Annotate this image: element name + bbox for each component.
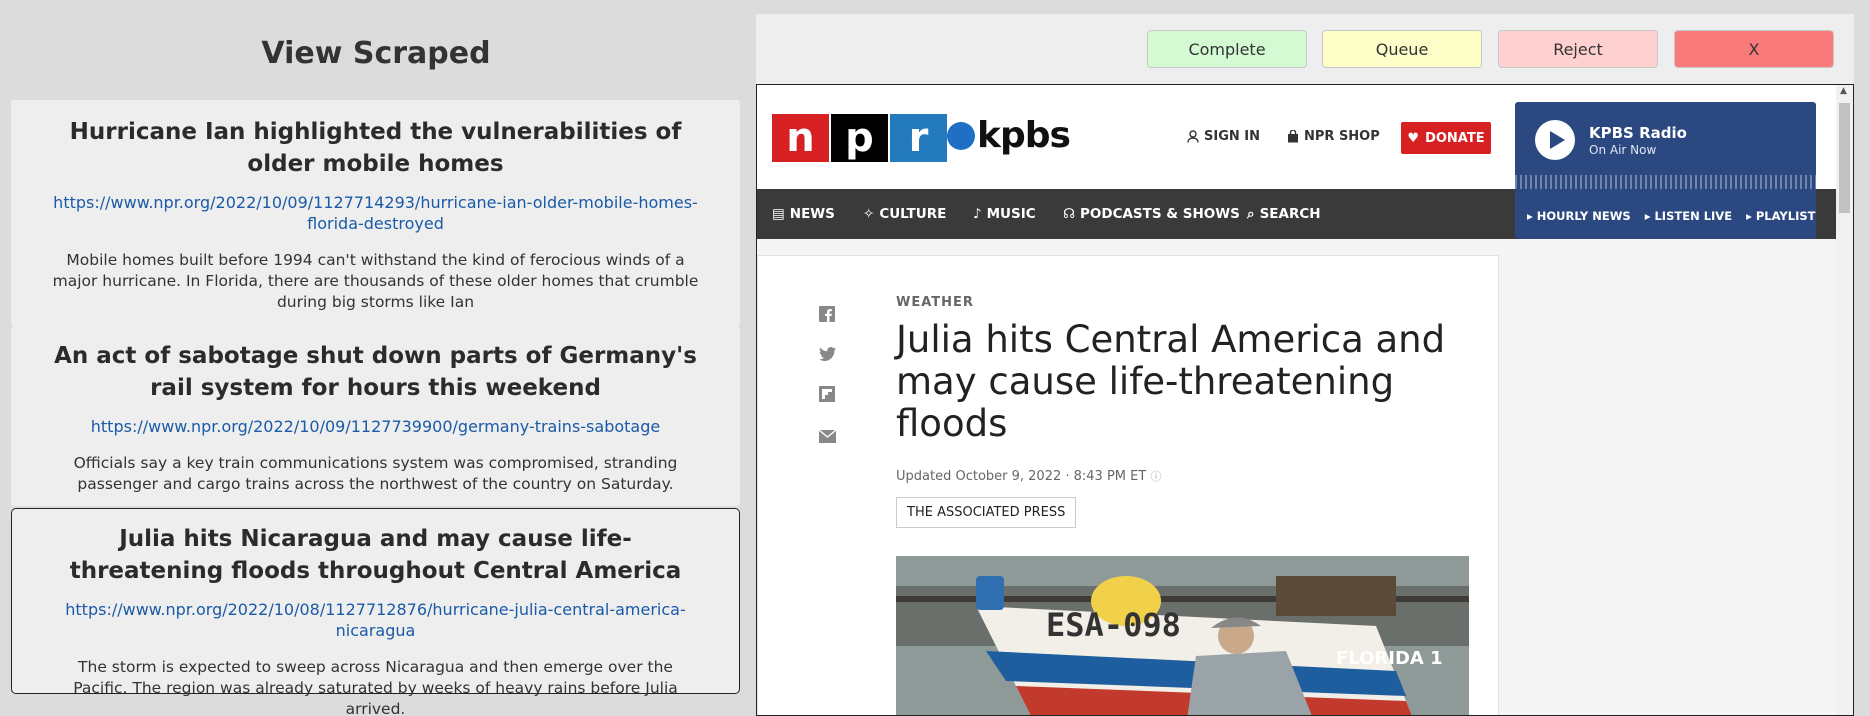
sign-in-label: SIGN IN [1204, 129, 1260, 144]
radio-link-label: LISTEN LIVE [1654, 209, 1733, 223]
shopping-bag-icon [1288, 130, 1298, 143]
radio-link-label: HOURLY NEWS [1536, 209, 1631, 223]
kpbs-logo[interactable]: kpbs [947, 115, 1071, 156]
boat-lettering: ESA-098 [1046, 606, 1181, 644]
facebook-icon[interactable] [816, 306, 838, 327]
donate-label: DONATE [1425, 130, 1485, 146]
nav-culture[interactable]: ✧ CULTURE [863, 206, 946, 222]
info-icon[interactable]: ⓘ [1150, 470, 1161, 483]
nav-label: PODCASTS & SHOWS [1080, 206, 1240, 222]
article-body: WEATHER Julia hits Central America and m… [757, 255, 1499, 715]
playlist-link[interactable]: ▸ PLAYLIST [1746, 209, 1815, 223]
list-item-selected[interactable]: Julia hits Nicaragua and may cause life-… [11, 508, 740, 716]
vertical-scrollbar[interactable]: ▲ [1836, 85, 1853, 715]
user-icon [1187, 130, 1199, 143]
flipboard-icon[interactable] [816, 386, 838, 407]
logo-letter: p [831, 114, 888, 162]
nav-label: SEARCH [1259, 206, 1321, 222]
nav-label: CULTURE [879, 206, 947, 222]
nav-label: MUSIC [986, 206, 1036, 222]
list-item[interactable]: Hurricane Ian highlighted the vulnerabil… [11, 100, 740, 326]
item-title: Julia hits Nicaragua and may cause life-… [69, 526, 682, 584]
donate-button[interactable]: ♥ DONATE [1401, 122, 1491, 154]
kpbs-dot-icon [947, 121, 975, 150]
item-title: Hurricane Ian highlighted the vulnerabil… [69, 119, 682, 177]
item-description: Mobile homes built before 1994 can't wit… [52, 251, 699, 311]
radio-title: KPBS Radio [1589, 124, 1687, 142]
listen-live-link[interactable]: ▸ LISTEN LIVE [1645, 209, 1732, 223]
updated-label: Updated October 9, 2022 · 8:43 PM ET [896, 469, 1147, 484]
culture-icon: ✧ [863, 206, 875, 222]
headphones-icon: ☊ [1063, 206, 1075, 222]
email-icon[interactable] [816, 428, 838, 448]
hourly-news-link[interactable]: ▸ HOURLY NEWS [1527, 209, 1631, 223]
item-description: Officials say a key train communications… [73, 454, 678, 493]
logo-letter: n [772, 114, 829, 162]
item-description: The storm is expected to sweep across Ni… [73, 658, 678, 716]
logo-letter: r [890, 114, 947, 162]
npr-logo[interactable]: n p r [772, 114, 949, 162]
nav-news[interactable]: ▤ NEWS [772, 206, 835, 222]
scroll-up-arrow-icon[interactable]: ▲ [1840, 86, 1847, 96]
boat-name: FLORIDA 1 [1336, 648, 1443, 669]
reject-button[interactable]: Reject [1498, 30, 1658, 68]
article-preview-frame[interactable]: n p r kpbs SIGN IN NPR SHOP ♥ DONATE ▤ NE… [756, 84, 1854, 716]
radio-link-label: PLAYLIST [1755, 209, 1816, 223]
npr-shop-link[interactable]: NPR SHOP [1287, 129, 1380, 144]
sign-in-link[interactable]: SIGN IN [1187, 129, 1260, 144]
item-url-link[interactable]: https://www.npr.org/2022/10/09/112771429… [51, 192, 700, 234]
article-title: Julia hits Central America and may cause… [896, 318, 1446, 445]
play-icon[interactable] [1535, 120, 1575, 160]
nav-music[interactable]: ♪ MUSIC [973, 206, 1036, 222]
item-url-link[interactable]: https://www.npr.org/2022/10/08/112771287… [52, 599, 699, 641]
item-url-link[interactable]: https://www.npr.org/2022/10/09/112773990… [51, 416, 700, 437]
radio-subtitle: On Air Now [1589, 143, 1657, 157]
list-item[interactable]: An act of sabotage shut down parts of Ge… [11, 326, 740, 506]
article-photo: ESA-098 FLORIDA 1 [896, 556, 1469, 715]
page-title: View Scraped [261, 36, 491, 71]
nav-podcasts[interactable]: ☊ PODCASTS & SHOWS [1063, 206, 1240, 222]
newspaper-icon: ▤ [772, 206, 785, 222]
nav-search[interactable]: ⌕ SEARCH [1247, 206, 1321, 222]
heart-icon: ♥ [1407, 130, 1420, 146]
complete-button[interactable]: Complete [1147, 30, 1307, 68]
shop-label: NPR SHOP [1304, 129, 1380, 144]
music-note-icon: ♪ [973, 206, 982, 222]
twitter-icon[interactable] [816, 346, 838, 366]
nav-label: NEWS [789, 206, 835, 222]
item-title: An act of sabotage shut down parts of Ge… [54, 343, 697, 401]
article-kicker[interactable]: WEATHER [896, 295, 974, 310]
article-byline[interactable]: THE ASSOCIATED PRESS [896, 497, 1077, 528]
close-button[interactable]: X [1674, 30, 1834, 68]
radio-player: KPBS Radio On Air Now ▸ HOURLY NEWS ▸ LI… [1515, 102, 1816, 239]
scrollbar-thumb[interactable] [1839, 103, 1850, 213]
scraped-list-panel: View Scraped Hurricane Ian highlighted t… [0, 0, 756, 716]
queue-button[interactable]: Queue [1322, 30, 1482, 68]
article-updated-time: Updated October 9, 2022 · 8:43 PM ET ⓘ [896, 468, 1161, 484]
kpbs-wordmark: kpbs [977, 115, 1071, 156]
search-icon: ⌕ [1247, 206, 1255, 222]
audio-wave-graphic [1515, 175, 1816, 189]
